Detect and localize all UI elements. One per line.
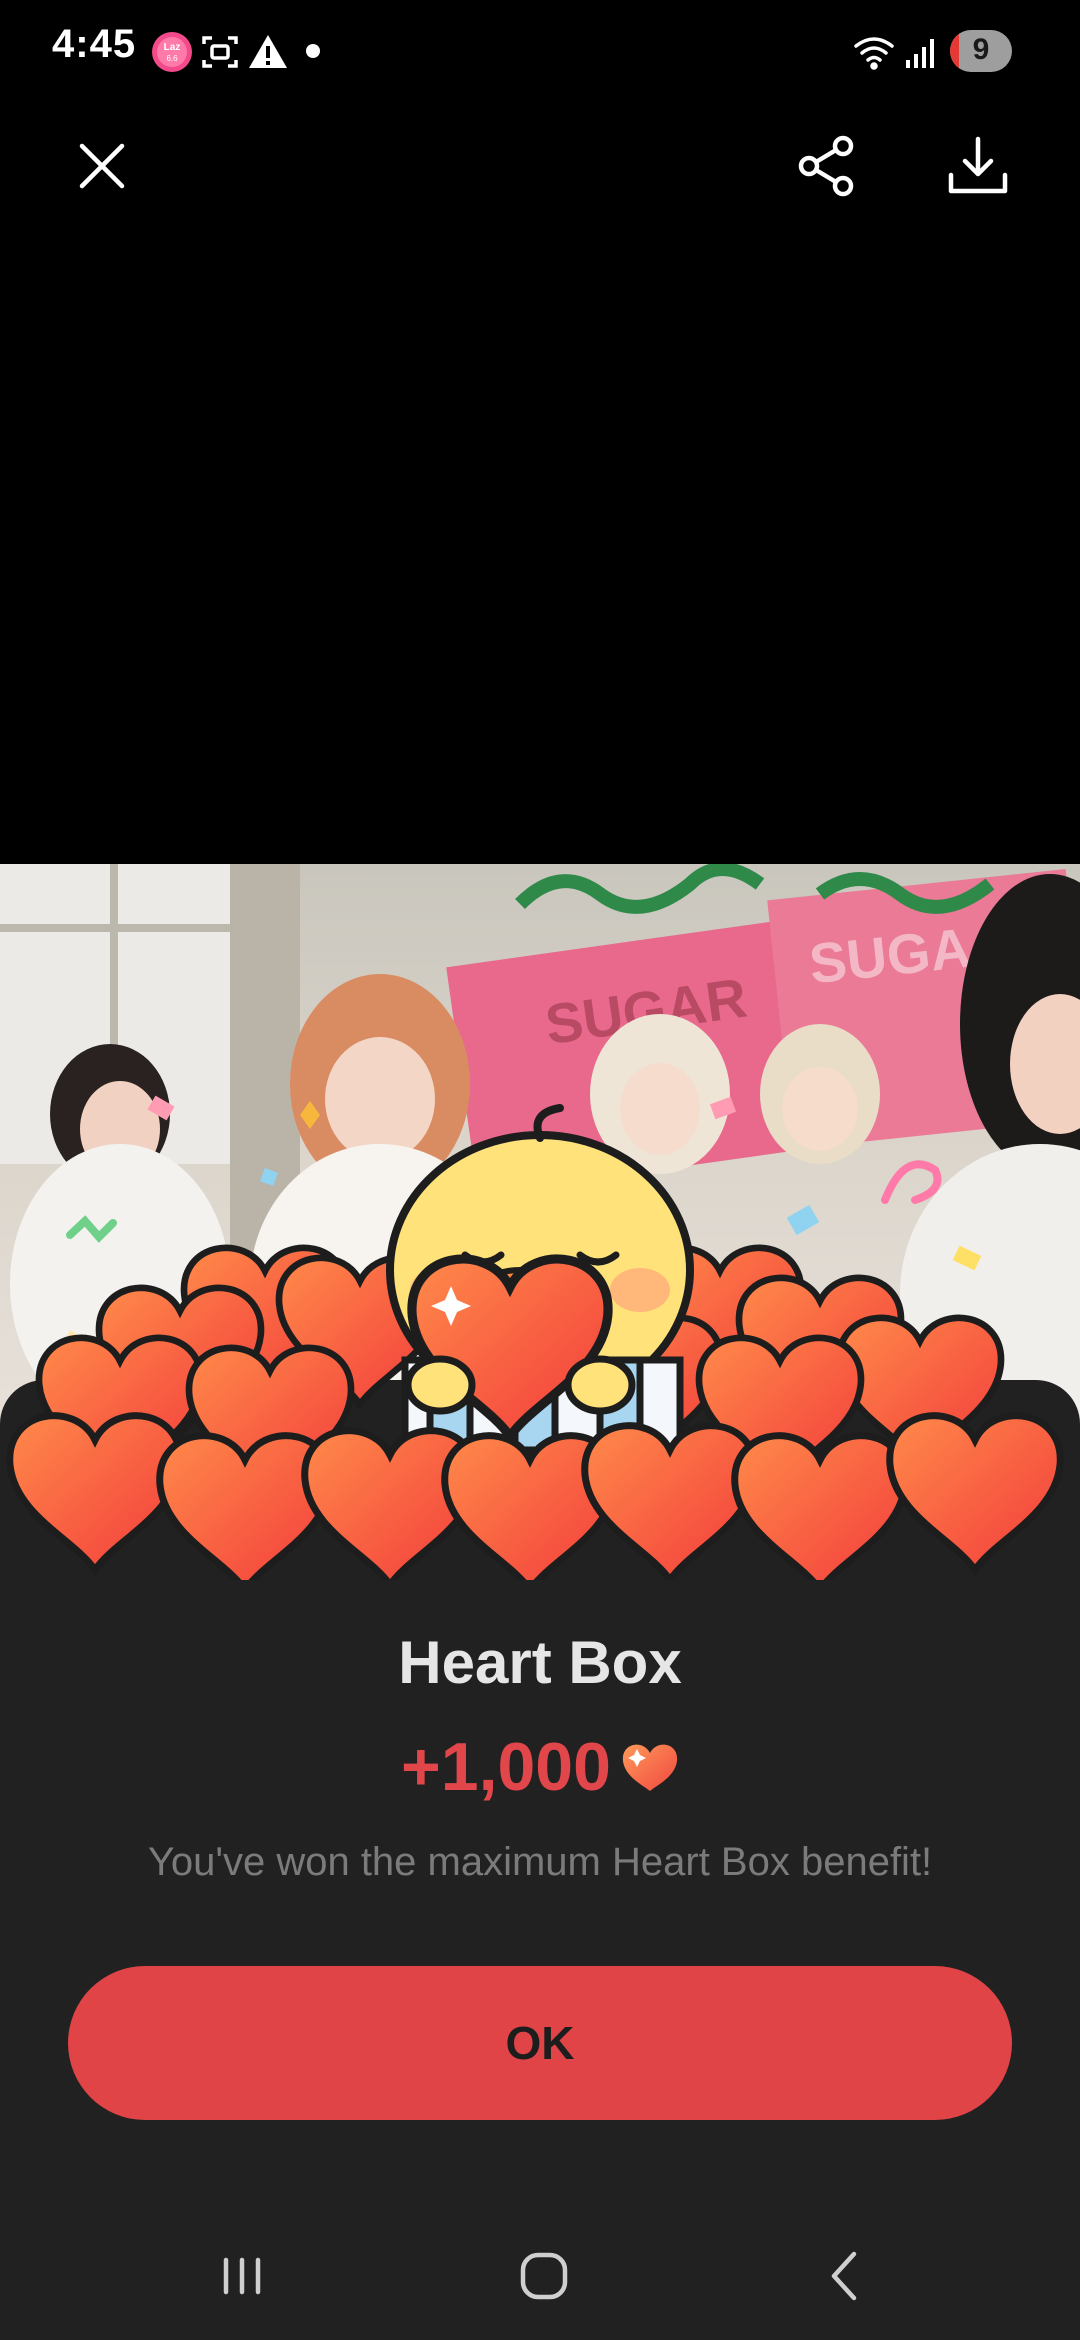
reward-title: Heart Box (398, 1629, 682, 1696)
reward-message: You've won the maximum Heart Box benefit… (147, 1840, 933, 1884)
battery-icon: 9 (950, 30, 1012, 72)
download-icon (948, 136, 1008, 194)
share-icon (798, 135, 854, 197)
svg-text:6.6: 6.6 (166, 54, 178, 63)
home-button[interactable] (494, 2236, 594, 2316)
warning-icon (249, 35, 287, 68)
ok-button-label: OK (505, 2017, 575, 2069)
reward-amount-row: +1,000 (0, 1728, 1080, 1806)
back-button[interactable] (796, 2236, 896, 2316)
close-icon (79, 143, 125, 189)
recent-apps-icon (223, 2257, 261, 2295)
heart-icon (622, 1744, 678, 1791)
svg-text:Laz: Laz (164, 42, 181, 53)
screenshot-icon (202, 36, 238, 68)
download-button[interactable] (938, 126, 1018, 206)
home-icon (520, 2252, 568, 2300)
back-icon (831, 2251, 857, 2301)
recent-apps-button[interactable] (192, 2236, 292, 2316)
status-time: 4:45 (52, 22, 137, 66)
reward-amount: +1,000 (401, 1729, 611, 1805)
notification-dot (306, 44, 320, 58)
heart-box-illustration (0, 1095, 1080, 1580)
lazada-app-icon: Laz 6.6 (152, 32, 192, 72)
signal-icon (906, 39, 934, 68)
battery-level: 9 (972, 33, 990, 66)
status-bar: 4:45 Laz 6.6 9 (0, 0, 1080, 100)
close-button[interactable] (62, 126, 142, 206)
share-button[interactable] (788, 126, 868, 206)
wifi-icon (854, 37, 894, 70)
ok-button[interactable]: OK (68, 1966, 1012, 2120)
